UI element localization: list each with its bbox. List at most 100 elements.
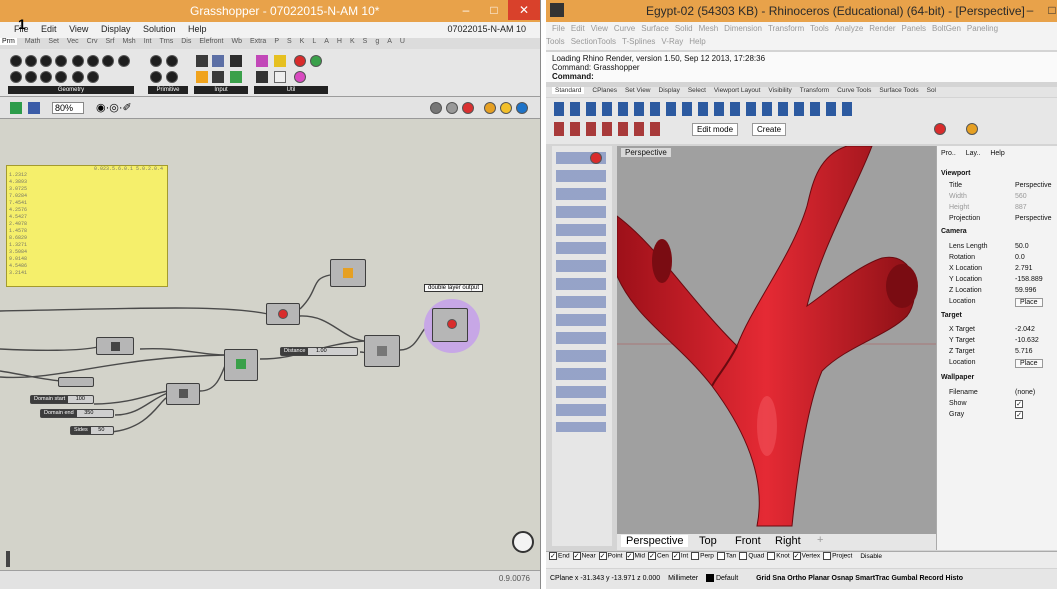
component-icon[interactable] — [72, 71, 84, 83]
text-panel[interactable]: 0.023.5.6.0.1 5.0.2.0.4 1.2312 4.3893 3.07… — [6, 165, 168, 287]
viewport-label[interactable]: Perspective — [621, 148, 671, 157]
rhino-menu-item[interactable]: Edit — [571, 24, 585, 33]
component-tab[interactable]: Wb — [231, 38, 242, 45]
group-geometry[interactable]: Geometry — [8, 86, 134, 94]
render-icon[interactable] — [934, 123, 946, 135]
component-icon[interactable] — [310, 55, 322, 67]
gh-titlebar[interactable]: Grasshopper - 07022015-N-AM 10* – □ ✕ — [0, 0, 540, 22]
maximize-button[interactable]: □ — [480, 0, 508, 20]
component-icon[interactable] — [87, 71, 99, 83]
component-tab[interactable]: A — [387, 38, 392, 45]
component-tab[interactable]: L — [312, 38, 316, 45]
rhino-menu-item[interactable]: BoltGen — [932, 24, 961, 33]
group-input[interactable]: Input — [194, 86, 248, 94]
rhino-menu-item[interactable]: Surface — [641, 24, 669, 33]
component-tab[interactable]: Extra — [250, 38, 266, 45]
prop-rotation-value[interactable]: 0.0 — [1015, 254, 1025, 261]
component-node[interactable] — [96, 337, 134, 355]
prop-yloc-value[interactable]: -158.889 — [1015, 276, 1043, 283]
preview-icon[interactable] — [484, 102, 496, 114]
prop-filename-value[interactable]: (none) — [1015, 389, 1035, 396]
osnap-checkbox[interactable]: ✓ — [598, 552, 607, 560]
rhino-menu-item[interactable]: Analyze — [835, 24, 863, 33]
component-tab[interactable]: U — [400, 38, 405, 45]
component-icon[interactable] — [294, 71, 306, 83]
tab-properties[interactable]: Pro.. — [941, 150, 956, 157]
component-icon[interactable] — [10, 55, 22, 67]
osnap-checkbox[interactable] — [691, 552, 700, 560]
preview-icon[interactable] — [446, 102, 458, 114]
prop-ytarget-value[interactable]: -10.632 — [1015, 337, 1039, 344]
rhino-menu-item[interactable]: T-Splines — [622, 37, 655, 46]
component-node[interactable] — [166, 383, 200, 405]
component-icon[interactable] — [25, 71, 37, 83]
component-tab[interactable]: Elefront — [199, 38, 223, 45]
component-tab[interactable]: H — [337, 38, 342, 45]
component-tab[interactable]: Vec — [67, 38, 79, 45]
rhino-menu-item[interactable]: Mesh — [699, 24, 719, 33]
preview-icon[interactable] — [500, 102, 512, 114]
place-target-button[interactable]: Place — [1015, 359, 1043, 368]
tab-front[interactable]: Front — [735, 535, 761, 547]
component-icon[interactable] — [150, 71, 162, 83]
component-tab[interactable]: K — [300, 38, 305, 45]
component-tab[interactable]: Int — [144, 38, 152, 45]
stop-icon[interactable] — [590, 152, 602, 164]
component-node[interactable] — [224, 349, 258, 381]
status-toggles[interactable]: Grid Sna Ortho Planar Osnap SmartTrac Gu… — [756, 575, 963, 582]
component-icon[interactable] — [274, 55, 286, 67]
component-tab[interactable]: Set — [48, 38, 59, 45]
zoom-select[interactable]: 80% — [52, 102, 85, 114]
component-icon[interactable] — [256, 55, 268, 67]
component-icon[interactable] — [230, 55, 242, 67]
rhino-menu-item[interactable]: Tools — [810, 24, 829, 33]
preview-icon[interactable] — [516, 102, 528, 114]
component-tab[interactable]: Dis — [181, 38, 191, 45]
component-icon[interactable] — [40, 71, 52, 83]
component-icon[interactable] — [55, 55, 67, 67]
open-file-icon[interactable] — [10, 102, 22, 114]
component-tab[interactable]: S — [363, 38, 368, 45]
prop-xtarget-value[interactable]: -2.042 — [1015, 326, 1035, 333]
current-layer[interactable]: Default — [716, 575, 738, 582]
standard-tools-icon[interactable] — [554, 102, 854, 116]
menu-solution[interactable]: Solution — [143, 22, 176, 34]
component-tab[interactable]: S — [287, 38, 292, 45]
toolbar-tab[interactable]: Sol — [927, 87, 936, 94]
component-tab[interactable]: Crv — [87, 38, 98, 45]
toolbar-tab[interactable]: Viewport Layout — [714, 87, 761, 94]
component-icon[interactable] — [230, 71, 242, 83]
component-tab[interactable]: Srf — [106, 38, 115, 45]
rhino-menu-item[interactable]: Panels — [902, 24, 926, 33]
osnap-checkbox[interactable]: ✓ — [671, 552, 680, 560]
osnap-checkbox[interactable]: ✓ — [572, 552, 581, 560]
place-camera-button[interactable]: Place — [1015, 298, 1043, 307]
component-tab[interactable]: Math — [25, 38, 41, 45]
component-icon[interactable] — [72, 55, 84, 67]
component-tab[interactable]: K — [350, 38, 355, 45]
sketch-tools-icon[interactable]: ◉·◎·✐ — [96, 101, 132, 114]
drawing-tools-icon[interactable] — [556, 152, 606, 432]
rhino-menu-item[interactable]: V-Ray — [661, 37, 683, 46]
command-prompt[interactable]: Command: — [552, 72, 1051, 81]
rhino-menu-item[interactable]: View — [591, 24, 608, 33]
group-primitive[interactable]: Primitive — [148, 86, 188, 94]
osnap-checkbox[interactable] — [716, 552, 725, 560]
component-node[interactable] — [266, 303, 300, 325]
component-icon[interactable] — [10, 71, 22, 83]
prop-xloc-value[interactable]: 2.791 — [1015, 265, 1033, 272]
component-icon[interactable] — [40, 55, 52, 67]
edit-mode-button[interactable]: Edit mode — [692, 123, 739, 136]
domain-end-slider[interactable]: Domain end 350 — [40, 409, 114, 418]
component-tab[interactable]: g — [375, 38, 379, 45]
save-file-icon[interactable] — [28, 102, 40, 114]
layer-color-swatch[interactable] — [706, 574, 714, 583]
component-icon[interactable] — [150, 55, 162, 67]
component-icon[interactable] — [102, 55, 114, 67]
tab-right[interactable]: Right — [775, 535, 801, 547]
preview-icon[interactable] — [462, 102, 474, 114]
tab-perspective[interactable]: Perspective — [621, 535, 689, 547]
preview-icon[interactable] — [430, 102, 442, 114]
osnap-checkbox[interactable] — [739, 552, 748, 560]
component-icon[interactable] — [166, 71, 178, 83]
